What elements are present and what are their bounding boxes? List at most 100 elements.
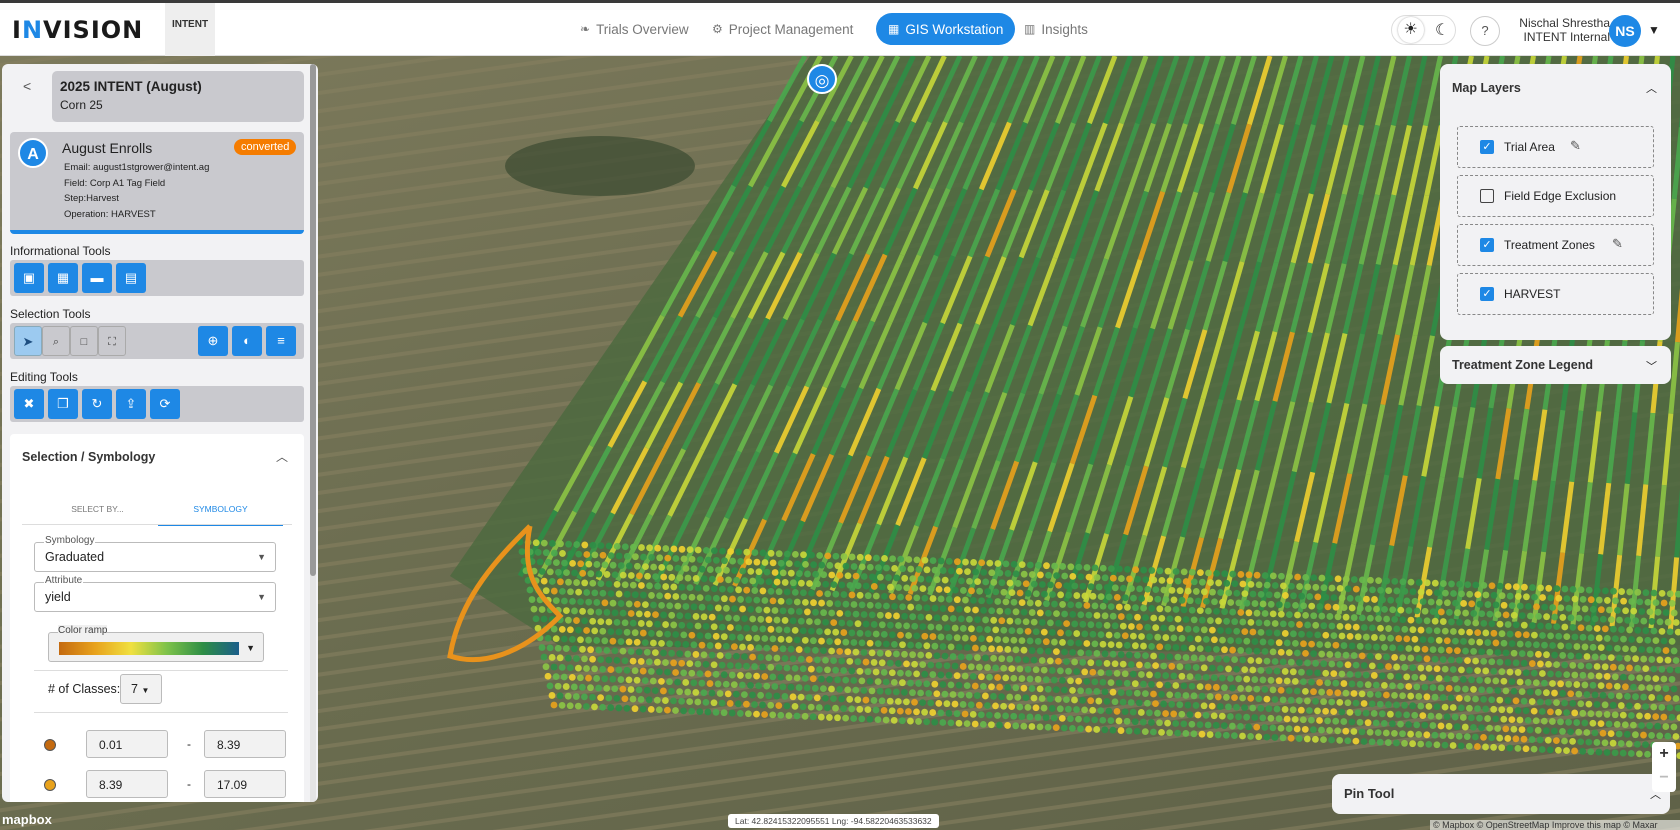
class-min-input[interactable]: 8.39 (86, 770, 168, 798)
yield-point (1614, 606, 1621, 614)
color-ramp-select[interactable]: Color ramp ▼ (48, 625, 264, 662)
locate-button[interactable]: ◎ (807, 64, 837, 94)
nav-trials-overview[interactable]: ❧ Trials Overview (568, 13, 701, 45)
help-button[interactable]: ? (1470, 16, 1500, 46)
class-max-input[interactable]: 17.09 (204, 770, 286, 798)
sun-icon[interactable]: ☀ (1397, 17, 1424, 43)
yield-point (1261, 724, 1269, 731)
checkbox-checked[interactable]: ✓ (1480, 238, 1494, 252)
yield-point (793, 712, 801, 720)
checkbox-unchecked[interactable] (1480, 189, 1494, 203)
yield-point (554, 644, 562, 652)
layer-trial-area[interactable]: ✓ Trial Area ✎ (1457, 126, 1654, 168)
symbology-select[interactable]: Symbology Graduated ▼ (34, 535, 276, 572)
yield-point (1111, 584, 1119, 592)
yield-point (1620, 597, 1627, 605)
back-arrow-icon[interactable]: < (23, 78, 31, 94)
treatment-zone-legend-panel[interactable]: Treatment Zone Legend ﹀ (1440, 346, 1671, 384)
trial-card[interactable]: 2025 INTENT (August) Corn 25 (52, 71, 304, 122)
yield-point (1632, 731, 1639, 739)
map-attribution[interactable]: © Mapbox © OpenStreetMap Improve this ma… (1430, 820, 1680, 830)
zoom-to-selection-icon[interactable]: ⊕ (198, 326, 228, 356)
yield-point (1166, 653, 1174, 661)
upload-icon[interactable]: ⇪ (116, 389, 146, 419)
chevron-up-icon[interactable]: ︿ (1646, 80, 1657, 96)
pencil-icon[interactable]: ✎ (1570, 138, 1581, 154)
class-color-swatch[interactable] (44, 779, 56, 791)
nav-insights[interactable]: ▥ Insights (1012, 13, 1100, 45)
yield-point (1342, 727, 1350, 735)
pointer-icon[interactable]: ➤ (14, 326, 42, 356)
rectangle-select-icon[interactable]: □ (70, 326, 98, 356)
enrollment-card[interactable]: A August Enrolls converted Email: august… (10, 132, 304, 234)
invision-logo[interactable]: INVISION (12, 16, 143, 44)
yield-point (1573, 643, 1581, 650)
refresh-icon[interactable]: ⟳ (150, 389, 180, 419)
tab-symbology[interactable]: SYMBOLOGY (158, 504, 283, 526)
list-icon[interactable]: ≡ (266, 326, 296, 356)
yield-point (1391, 615, 1399, 623)
avatar[interactable]: NS (1609, 15, 1641, 47)
pin-tool-panel[interactable]: Pin Tool ︿ (1332, 774, 1670, 814)
calculator-icon[interactable]: ▤ (116, 263, 146, 293)
class-min-input[interactable]: 0.01 (86, 730, 168, 758)
moon-icon[interactable]: ☾ (1435, 20, 1449, 40)
table-icon[interactable]: ▦ (48, 263, 78, 293)
yield-point (1328, 584, 1336, 592)
calendar-icon[interactable]: ▣ (14, 263, 44, 293)
checkbox-checked[interactable]: ✓ (1480, 287, 1494, 301)
yield-point (1561, 737, 1568, 745)
yield-point (1567, 690, 1575, 698)
chevron-down-icon[interactable]: ﹀ (1646, 358, 1657, 374)
panel-scrollbar[interactable] (310, 64, 316, 802)
layer-treatment-zones[interactable]: ✓ Treatment Zones ✎ (1457, 224, 1654, 266)
attribute-select[interactable]: Attribute yield ▼ (34, 575, 276, 612)
rotate-icon[interactable]: ↻ (82, 389, 112, 419)
mapbox-logo[interactable]: mapbox (2, 812, 52, 827)
class-color-swatch[interactable] (44, 739, 56, 751)
classes-select[interactable]: 7 ▼ (120, 674, 162, 704)
yield-point (1036, 609, 1044, 617)
yield-point (1367, 576, 1374, 584)
yield-point (1431, 617, 1439, 625)
invert-selection-icon[interactable]: ◐ (232, 326, 262, 356)
copy-icon[interactable]: ❐ (48, 389, 78, 419)
lasso-select-icon[interactable]: ⛶ (98, 326, 126, 356)
yield-point (1243, 637, 1251, 645)
yield-point (1595, 634, 1603, 642)
yield-point (1172, 568, 1180, 575)
yield-point (1504, 735, 1512, 742)
yield-point (526, 586, 534, 594)
zoom-in-button[interactable]: + (1652, 742, 1676, 766)
yield-point (1275, 715, 1283, 723)
trash-icon[interactable]: ✖ (14, 389, 44, 419)
yield-point (1510, 611, 1518, 619)
nav-project-management[interactable]: ⚙ Project Management (700, 13, 865, 45)
layer-field-edge-exclusion[interactable]: Field Edge Exclusion (1457, 175, 1654, 217)
yield-point (1358, 690, 1366, 698)
pencil-icon[interactable]: ✎ (1612, 236, 1623, 252)
yield-point (826, 714, 833, 721)
checkbox-checked[interactable]: ✓ (1480, 140, 1494, 154)
user-menu-chevron-icon[interactable]: ▼ (1648, 23, 1660, 37)
yield-point (873, 554, 880, 562)
tab-select-by[interactable]: SELECT BY... (35, 504, 160, 524)
yield-point (1194, 673, 1202, 681)
nav-gis-workstation[interactable]: ▦ GIS Workstation (876, 13, 1016, 45)
yield-point (919, 585, 927, 593)
layer-harvest[interactable]: ✓ HARVEST (1457, 273, 1654, 315)
yield-point (779, 683, 787, 691)
yield-point (581, 541, 589, 549)
class-max-input[interactable]: 8.39 (204, 730, 286, 758)
yield-point (885, 612, 892, 619)
chevron-up-icon[interactable]: ︿ (276, 448, 288, 465)
scrollbar-thumb[interactable] (310, 64, 316, 576)
yield-point (1555, 594, 1563, 602)
zoom-out-button[interactable]: − (1652, 766, 1676, 790)
ruler-icon[interactable]: ▬ (82, 263, 112, 293)
yield-point (1601, 739, 1609, 747)
yield-point (1059, 563, 1067, 570)
theme-toggle[interactable]: ☀ ☾ (1391, 15, 1456, 45)
magnifier-icon[interactable]: ⌕ (42, 326, 70, 356)
yield-point (1308, 602, 1316, 610)
